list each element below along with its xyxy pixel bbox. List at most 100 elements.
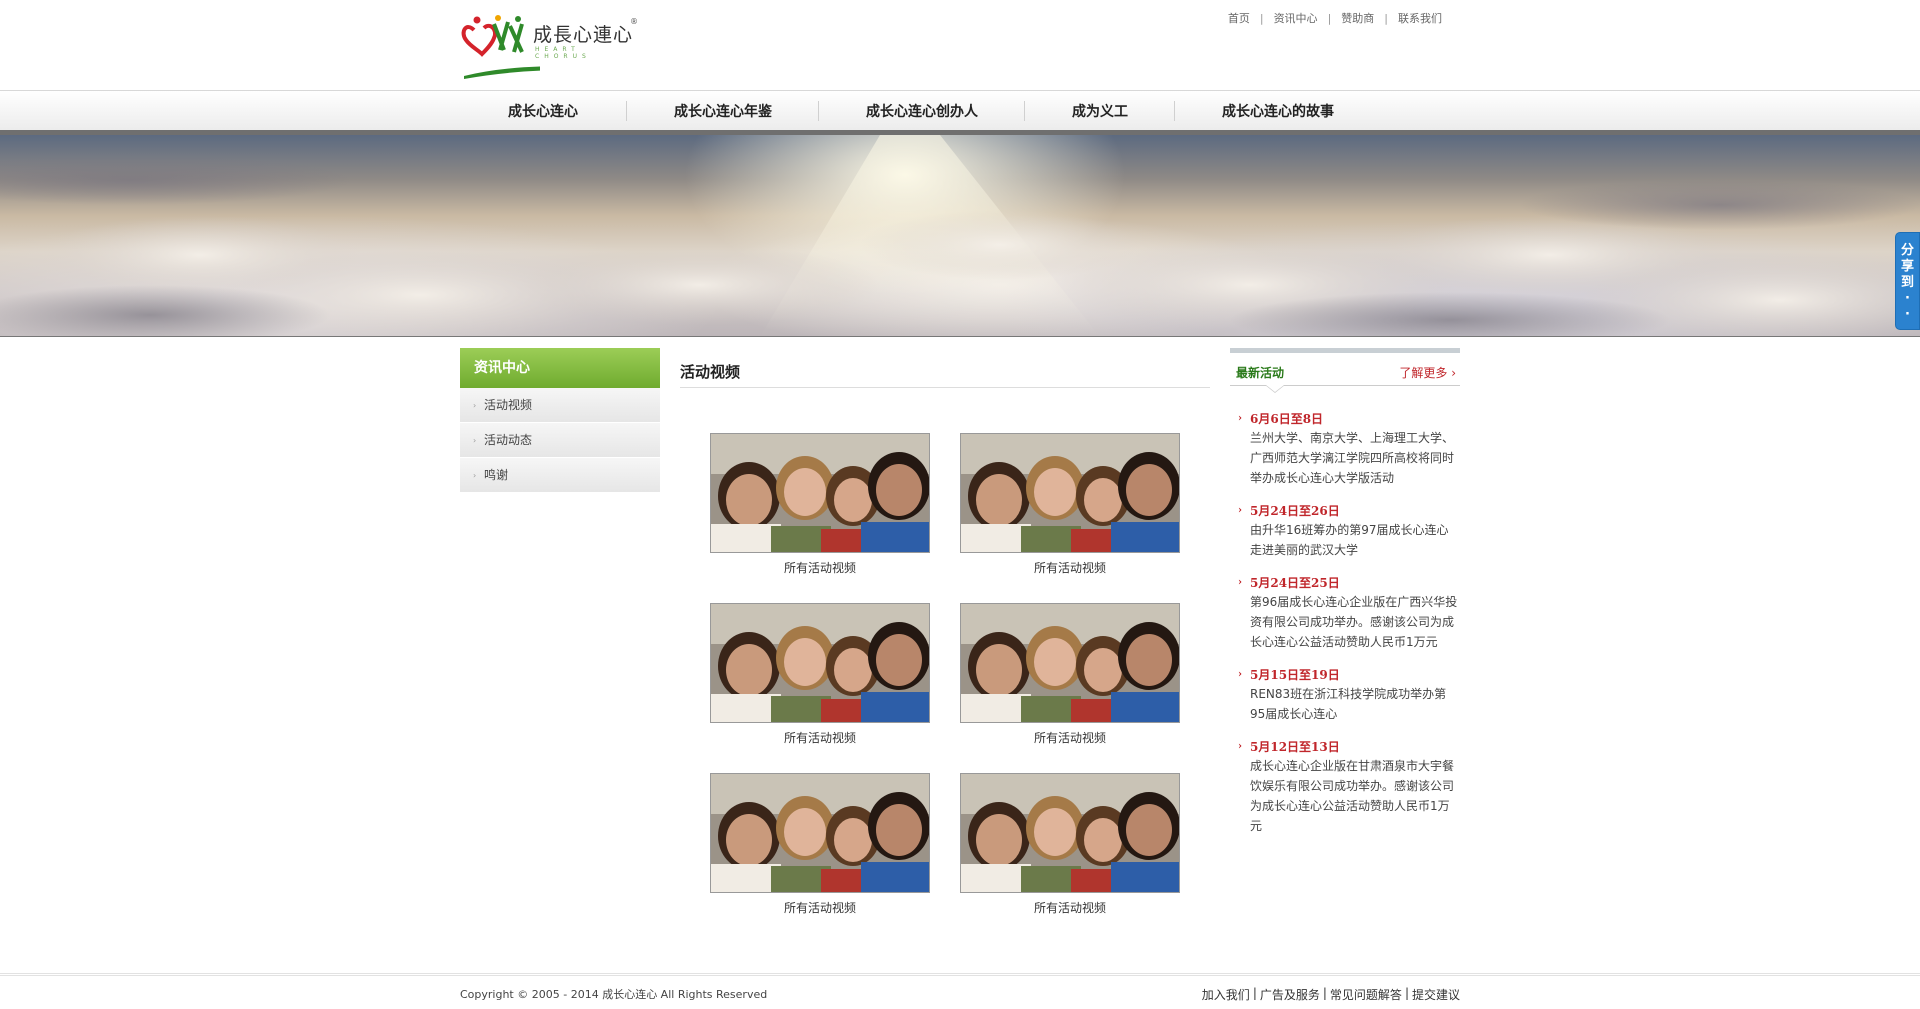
- footer-divider: [0, 973, 1920, 976]
- news-date: 5月12日至13日: [1250, 740, 1340, 754]
- group-photo-image: [711, 774, 929, 892]
- news-date: 5月24日至25日: [1250, 576, 1340, 590]
- video-thumbnail: [960, 773, 1180, 893]
- video-thumbnail: [960, 603, 1180, 723]
- bullet-arrow-icon: ›: [473, 471, 477, 480]
- main-nav: 成长心连心 成长心连心年鉴 成长心连心创办人 成为义工 成长心连心的故事: [0, 90, 1920, 130]
- copyright-text: Copyright © 2005 - 2014 成长心连心 All Rights…: [460, 988, 768, 1001]
- news-date: 6月6日至8日: [1250, 412, 1324, 426]
- main-content: 活动视频 所有活动视频 所有活动视频 所有活动视频 所有活动视频 所有活动视频 …: [680, 348, 1210, 915]
- top-link-home[interactable]: 首页: [1218, 10, 1260, 26]
- nav-item-yearbook[interactable]: 成长心连心年鉴: [627, 91, 818, 131]
- sidebar-item-activity-videos[interactable]: › 活动视频: [460, 388, 660, 423]
- news-item: › 5月24日至26日 由升华16班筹办的第97届成长心连心走进美丽的武汉大学: [1238, 502, 1460, 560]
- share-dot: ·: [1905, 307, 1910, 322]
- bullet-arrow-icon: ›: [473, 436, 477, 445]
- chevron-right-icon: ›: [1238, 577, 1242, 588]
- footer-separator: |: [1322, 986, 1327, 1000]
- share-to-tab[interactable]: 分 享 到 · ·: [1895, 232, 1920, 330]
- nav-item-stories[interactable]: 成长心连心的故事: [1175, 91, 1334, 131]
- video-caption: 所有活动视频: [1033, 731, 1106, 745]
- video-caption: 所有活动视频: [1033, 901, 1106, 915]
- site-header: 成長心連心 ® HEART CHORUS 首页 | 资讯中心 | 赞助商 | 联…: [0, 0, 1920, 90]
- left-sidebar: 资讯中心 › 活动视频 › 活动动态 › 鸣谢: [460, 348, 660, 493]
- news-text[interactable]: 兰州大学、南京大学、上海理工大学、广西师范大学漓江学院四所高校将同时举办成长心连…: [1250, 428, 1460, 488]
- footer-link-feedback[interactable]: 提交建议: [1412, 986, 1460, 1003]
- video-card[interactable]: 所有活动视频: [710, 603, 930, 746]
- chevron-right-icon: ›: [1238, 741, 1242, 752]
- sidebar-item-activity-news[interactable]: › 活动动态: [460, 423, 660, 458]
- news-item: › 5月15日至19日 REN83班在浙江科技学院成功举办第95届成长心连心: [1238, 666, 1460, 724]
- video-card[interactable]: 所有活动视频: [710, 433, 930, 576]
- share-char: 分: [1900, 243, 1914, 258]
- video-caption: 所有活动视频: [783, 561, 856, 575]
- news-text[interactable]: REN83班在浙江科技学院成功举办第95届成长心连心: [1250, 684, 1460, 724]
- footer-link-advertising[interactable]: 广告及服务: [1260, 986, 1320, 1003]
- sidebar-item-label: 鸣谢: [484, 468, 509, 482]
- top-link-news-center[interactable]: 资讯中心: [1264, 10, 1328, 26]
- heart-people-logo-icon: [461, 15, 540, 79]
- video-card[interactable]: 所有活动视频: [710, 773, 930, 916]
- news-text[interactable]: 成长心连心企业版在甘肃酒泉市大宇餐饮娱乐有限公司成功举办。感谢该公司为成长心连心…: [1250, 756, 1460, 836]
- learn-more-link[interactable]: 了解更多 ›: [1399, 364, 1456, 381]
- latest-activities-header: 最新活动 了解更多 ›: [1230, 353, 1460, 393]
- sidebar-item-acknowledgements[interactable]: › 鸣谢: [460, 458, 660, 493]
- sidebar-item-label: 活动动态: [484, 433, 533, 447]
- news-date: 5月24日至26日: [1250, 504, 1340, 518]
- video-caption: 所有活动视频: [783, 901, 856, 915]
- news-item: › 5月12日至13日 成长心连心企业版在甘肃酒泉市大宇餐饮娱乐有限公司成功举办。…: [1238, 738, 1460, 836]
- top-link-contact[interactable]: 联系我们: [1388, 10, 1452, 26]
- video-thumbnail: [960, 433, 1180, 553]
- right-sidebar: 最新活动 了解更多 › › 6月6日至8日 兰州大学、南京大学、上海理工大学、广西…: [1230, 348, 1460, 833]
- registered-mark: ®: [630, 17, 638, 26]
- footer-link-join-us[interactable]: 加入我们: [1202, 986, 1250, 1003]
- nav-item-heart-chorus[interactable]: 成长心连心: [460, 91, 626, 131]
- news-item: › 6月6日至8日 兰州大学、南京大学、上海理工大学、广西师范大学漓江学院四所高校…: [1238, 410, 1460, 488]
- nav-item-volunteer[interactable]: 成为义工: [1025, 91, 1174, 131]
- video-caption: 所有活动视频: [1033, 561, 1106, 575]
- group-photo-image: [711, 434, 929, 552]
- latest-activities-title: 最新活动: [1236, 366, 1285, 380]
- group-photo-image: [961, 434, 1179, 552]
- footer-separator: |: [1252, 986, 1257, 1000]
- chevron-right-icon: ›: [1238, 669, 1242, 680]
- site-logo[interactable]: 成長心連心 ® HEART CHORUS: [460, 10, 640, 80]
- bullet-arrow-icon: ›: [473, 401, 477, 410]
- news-date: 5月15日至19日: [1250, 668, 1340, 682]
- video-card[interactable]: 所有活动视频: [960, 773, 1180, 916]
- news-text[interactable]: 由升华16班筹办的第97届成长心连心走进美丽的武汉大学: [1250, 520, 1460, 560]
- sidebar-title: 资讯中心: [460, 348, 660, 388]
- footer-separator: |: [1404, 986, 1409, 1000]
- nav-item-founders[interactable]: 成长心连心创办人: [819, 91, 1024, 131]
- news-item: › 5月24日至25日 第96届成长心连心企业版在广西兴华投资有限公司成功举办。感…: [1238, 574, 1460, 652]
- footer-link-faq[interactable]: 常见问题解答: [1330, 986, 1402, 1003]
- footer-links: 加入我们 | 广告及服务 | 常见问题解答 | 提交建议: [1202, 986, 1460, 1003]
- video-caption: 所有活动视频: [783, 731, 856, 745]
- logo-subtitle: HEART CHORUS: [535, 46, 591, 60]
- group-photo-image: [711, 604, 929, 722]
- chevron-right-icon: ›: [1451, 366, 1456, 380]
- top-link-sponsors[interactable]: 赞助商: [1331, 10, 1384, 26]
- page-title: 活动视频: [680, 348, 1210, 388]
- share-char: 到: [1900, 275, 1914, 290]
- video-card[interactable]: 所有活动视频: [960, 433, 1180, 576]
- sidebar-item-label: 活动视频: [484, 398, 533, 412]
- caret-down-fill: [1266, 385, 1284, 392]
- video-thumbnail: [710, 603, 930, 723]
- video-thumbnail: [710, 433, 930, 553]
- video-card[interactable]: 所有活动视频: [960, 603, 1180, 746]
- top-links: 首页 | 资讯中心 | 赞助商 | 联系我们: [1218, 10, 1452, 26]
- cloud-sky-banner: [0, 135, 1920, 337]
- news-text[interactable]: 第96届成长心连心企业版在广西兴华投资有限公司成功举办。感谢该公司为成长心连心公…: [1250, 592, 1460, 652]
- video-thumbnail: [710, 773, 930, 893]
- news-list: › 6月6日至8日 兰州大学、南京大学、上海理工大学、广西师范大学漓江学院四所高校…: [1238, 410, 1460, 850]
- group-photo-image: [961, 604, 1179, 722]
- logo-text: 成長心連心: [533, 24, 634, 46]
- chevron-right-icon: ›: [1238, 505, 1242, 516]
- share-char: 享: [1900, 259, 1914, 274]
- cloud-banner-image: [0, 135, 1920, 336]
- chevron-right-icon: ›: [1238, 413, 1242, 424]
- learn-more-label: 了解更多: [1399, 366, 1448, 380]
- share-dot: ·: [1905, 291, 1910, 306]
- group-photo-image: [961, 774, 1179, 892]
